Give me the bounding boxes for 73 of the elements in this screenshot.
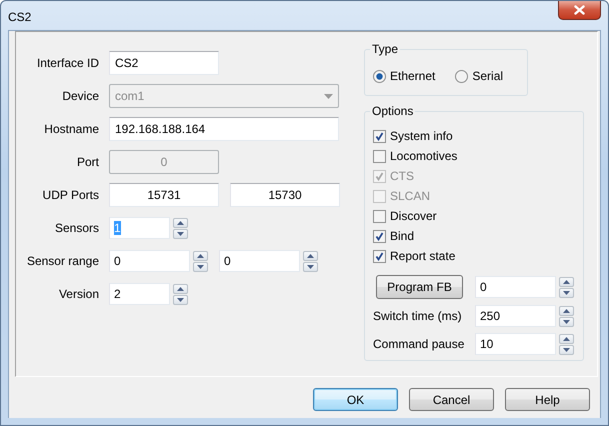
- field-label: Hostname: [43, 122, 99, 136]
- input-field[interactable]: 250: [475, 305, 556, 327]
- dialog-button[interactable]: Help: [505, 388, 590, 411]
- input-field[interactable]: 192.168.188.164: [109, 117, 339, 141]
- up-triangle-icon: [563, 280, 570, 284]
- field-label: Device: [61, 89, 99, 103]
- down-triangle-icon: [177, 298, 184, 302]
- checkbox-icon: [373, 230, 386, 242]
- input-field[interactable]: 15730: [230, 183, 340, 207]
- input-field[interactable]: 15731: [109, 183, 219, 207]
- checkbox[interactable]: Report state: [373, 246, 575, 266]
- up-triangle-icon: [563, 308, 570, 312]
- up-triangle-icon: [563, 336, 570, 340]
- spin-down-button[interactable]: [559, 288, 574, 298]
- spin-up-button[interactable]: [559, 276, 574, 286]
- down-triangle-icon: [177, 232, 184, 236]
- up-triangle-icon: [197, 254, 204, 258]
- input-field[interactable]: 10: [475, 333, 556, 355]
- window-title: CS2: [8, 10, 32, 24]
- field-label: Port: [76, 155, 99, 169]
- down-triangle-icon: [307, 264, 314, 268]
- close-icon: [574, 5, 585, 15]
- spin-up-button[interactable]: [559, 306, 574, 316]
- spin-down-button[interactable]: [303, 262, 318, 272]
- spin-down-button[interactable]: [559, 344, 574, 354]
- program-button[interactable]: Program FB: [376, 275, 463, 299]
- input-field[interactable]: 0: [219, 250, 300, 272]
- checkbox[interactable]: Discover: [373, 206, 575, 226]
- spin-down-button[interactable]: [173, 294, 188, 304]
- checkbox-icon: [373, 190, 386, 202]
- spin-up-button[interactable]: [173, 218, 188, 228]
- field-label: Interface ID: [36, 56, 99, 70]
- input-field[interactable]: CS2: [109, 51, 219, 75]
- spin-up-button[interactable]: [193, 250, 208, 260]
- up-triangle-icon: [177, 286, 184, 290]
- field-label: Sensors: [54, 221, 99, 235]
- radio-button[interactable]: Ethernet: [373, 69, 436, 83]
- spin-up-button[interactable]: [559, 334, 574, 344]
- checkbox[interactable]: Locomotives: [373, 146, 575, 166]
- spin-down-button[interactable]: [559, 316, 574, 326]
- dialog-button[interactable]: OK: [313, 388, 398, 411]
- field-label: Switch time (ms): [373, 309, 463, 323]
- close-button[interactable]: [558, 1, 601, 20]
- spin-up-button[interactable]: [173, 284, 188, 294]
- radio-button[interactable]: Serial: [455, 69, 504, 83]
- group-title: Options: [370, 103, 416, 119]
- spin-up-button[interactable]: [303, 250, 318, 260]
- up-triangle-icon: [307, 254, 314, 258]
- caret-icon: [324, 94, 333, 98]
- input-field[interactable]: 2: [109, 283, 170, 305]
- spin-down-button[interactable]: [173, 228, 188, 238]
- spin-down-button[interactable]: [193, 262, 208, 272]
- up-triangle-icon: [177, 220, 184, 224]
- input-field[interactable]: 0: [475, 276, 556, 298]
- radio-icon: [373, 70, 386, 82]
- checkbox-icon: [373, 130, 386, 142]
- down-triangle-icon: [197, 264, 204, 268]
- checkbox-icon: [373, 250, 386, 262]
- down-triangle-icon: [563, 320, 570, 324]
- checkbox[interactable]: Bind: [373, 226, 575, 246]
- checkbox-icon: [373, 170, 386, 182]
- dialog-button[interactable]: Cancel: [409, 388, 494, 411]
- radio-icon: [455, 70, 468, 82]
- checkbox-icon: [373, 150, 386, 162]
- field-label: Command pause: [373, 337, 466, 351]
- down-triangle-icon: [563, 290, 570, 294]
- input-field[interactable]: 0: [109, 250, 190, 272]
- checkbox[interactable]: System info: [373, 126, 575, 146]
- down-triangle-icon: [563, 348, 570, 352]
- field-label: Sensor range: [26, 254, 99, 268]
- field-label: Version: [58, 287, 99, 301]
- checkbox-icon: [373, 210, 386, 222]
- field-label: UDP Ports: [42, 188, 99, 202]
